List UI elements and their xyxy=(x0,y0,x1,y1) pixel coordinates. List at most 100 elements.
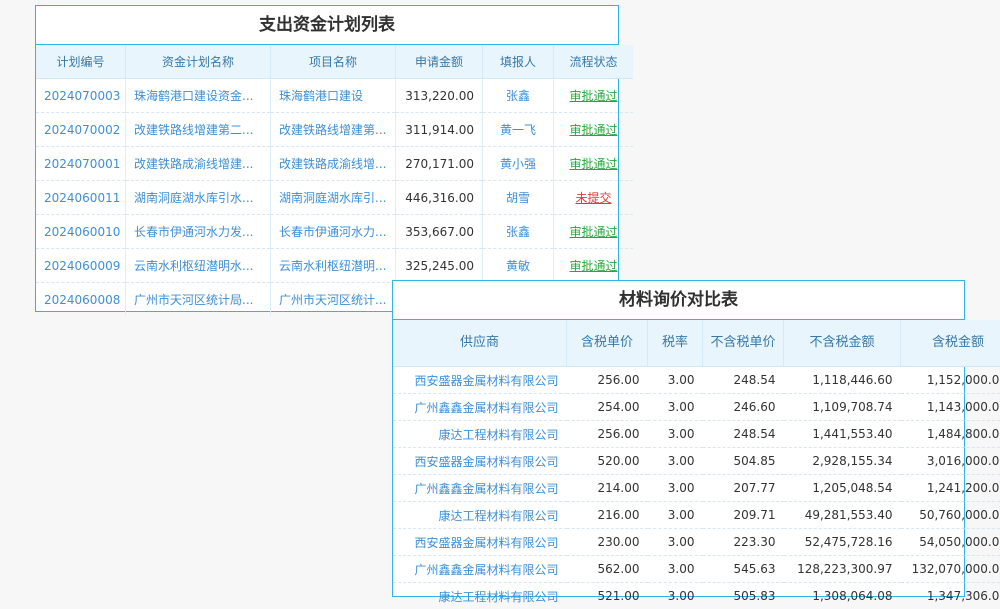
expense-cell-reporter[interactable]: 胡雪 xyxy=(483,181,554,215)
expense-cell-amount: 446,316.00 xyxy=(396,181,483,215)
expense-cell-reporter[interactable]: 黄一飞 xyxy=(483,113,554,147)
expense-cell-plan_no[interactable]: 2024060011 xyxy=(36,181,126,215)
expense-cell-project_name[interactable]: 长春市伊通河水力... xyxy=(271,215,396,249)
expense-cell-fund_name[interactable]: 云南水利枢纽潜明水... xyxy=(126,249,271,283)
material-cell-tax_rate: 3.00 xyxy=(648,583,703,609)
material-cell-supplier[interactable]: 西安盛器金属材料有限公司 xyxy=(393,367,567,394)
expense-cell-fund_name[interactable]: 湖南洞庭湖水库引水... xyxy=(126,181,271,215)
material-column-header-tax_rate: 税率 xyxy=(648,320,703,367)
expense-cell-project_name[interactable]: 改建铁路成渝线增... xyxy=(271,147,396,181)
expense-row: 2024070003珠海鹤港口建设资金...珠海鹤港口建设313,220.00张… xyxy=(36,79,633,113)
material-cell-supplier[interactable]: 广州鑫鑫金属材料有限公司 xyxy=(393,475,567,502)
material-cell-unit_price_no_tax: 246.60 xyxy=(703,394,784,421)
expense-cell-fund_name[interactable]: 珠海鹤港口建设资金... xyxy=(126,79,271,113)
material-cell-unit_price_tax: 520.00 xyxy=(567,448,648,475)
expense-row: 2024060011湖南洞庭湖水库引水...湖南洞庭湖水库引...446,316… xyxy=(36,181,633,215)
material-cell-tax_rate: 3.00 xyxy=(648,529,703,556)
material-cell-supplier[interactable]: 广州鑫鑫金属材料有限公司 xyxy=(393,556,567,583)
expense-cell-project_name[interactable]: 珠海鹤港口建设 xyxy=(271,79,396,113)
expense-cell-plan_no[interactable]: 2024060009 xyxy=(36,249,126,283)
material-cell-tax_rate: 3.00 xyxy=(648,367,703,394)
material-column-header-amount_tax: 含税金额 xyxy=(901,320,1000,367)
material-cell-unit_price_tax: 230.00 xyxy=(567,529,648,556)
expense-cell-plan_no[interactable]: 2024060008 xyxy=(36,283,126,317)
material-cell-unit_price_tax: 214.00 xyxy=(567,475,648,502)
expense-column-header-plan_no: 计划编号 xyxy=(36,45,126,79)
expense-cell-fund_name[interactable]: 改建铁路线增建第二... xyxy=(126,113,271,147)
material-table-header: 供应商含税单价税率不含税单价不含税金额含税金额 xyxy=(393,320,1000,367)
expense-cell-status[interactable]: 审批通过 xyxy=(554,147,634,181)
material-row: 西安盛器金属材料有限公司230.003.00223.3052,475,728.1… xyxy=(393,529,1000,556)
expense-cell-plan_no[interactable]: 2024070003 xyxy=(36,79,126,113)
material-column-header-supplier: 供应商 xyxy=(393,320,567,367)
material-cell-amount_no_tax: 52,475,728.16 xyxy=(784,529,901,556)
material-inquiry-panel: 材料询价对比表 供应商含税单价税率不含税单价不含税金额含税金额 西安盛器金属材料… xyxy=(392,280,965,597)
material-cell-supplier[interactable]: 康达工程材料有限公司 xyxy=(393,502,567,529)
material-cell-amount_no_tax: 1,308,064.08 xyxy=(784,583,901,609)
expense-cell-plan_no[interactable]: 2024060010 xyxy=(36,215,126,249)
material-cell-amount_tax: 132,070,000.00 xyxy=(901,556,1000,583)
material-cell-amount_tax: 1,484,800.00 xyxy=(901,421,1000,448)
expense-header-row: 计划编号资金计划名称项目名称申请金额填报人流程状态 xyxy=(36,45,633,79)
expense-cell-plan_no[interactable]: 2024070001 xyxy=(36,147,126,181)
material-column-header-amount_no_tax: 不含税金额 xyxy=(784,320,901,367)
expense-cell-amount: 313,220.00 xyxy=(396,79,483,113)
expense-cell-fund_name[interactable]: 改建铁路成渝线增建... xyxy=(126,147,271,181)
expense-cell-status[interactable]: 审批通过 xyxy=(554,215,634,249)
expense-cell-amount: 270,171.00 xyxy=(396,147,483,181)
material-cell-unit_price_tax: 216.00 xyxy=(567,502,648,529)
expense-cell-project_name[interactable]: 云南水利枢纽潜明... xyxy=(271,249,396,283)
expense-cell-status[interactable]: 审批通过 xyxy=(554,79,634,113)
material-cell-amount_tax: 3,016,000.00 xyxy=(901,448,1000,475)
material-cell-amount_no_tax: 49,281,553.40 xyxy=(784,502,901,529)
material-cell-unit_price_no_tax: 207.77 xyxy=(703,475,784,502)
material-cell-amount_tax: 1,152,000.00 xyxy=(901,367,1000,394)
material-cell-supplier[interactable]: 康达工程材料有限公司 xyxy=(393,421,567,448)
expense-row: 2024060009云南水利枢纽潜明水...云南水利枢纽潜明...325,245… xyxy=(36,249,633,283)
expense-column-header-reporter: 填报人 xyxy=(483,45,554,79)
material-cell-unit_price_tax: 521.00 xyxy=(567,583,648,609)
material-cell-amount_no_tax: 128,223,300.97 xyxy=(784,556,901,583)
expense-cell-status[interactable]: 未提交 xyxy=(554,181,634,215)
material-column-header-unit_price_tax: 含税单价 xyxy=(567,320,648,367)
expense-cell-reporter[interactable]: 张鑫 xyxy=(483,215,554,249)
material-inquiry-table: 供应商含税单价税率不含税单价不含税金额含税金额 西安盛器金属材料有限公司256.… xyxy=(393,320,1000,609)
material-row: 康达工程材料有限公司256.003.00248.541,441,553.401,… xyxy=(393,421,1000,448)
material-cell-unit_price_no_tax: 209.71 xyxy=(703,502,784,529)
material-column-header-unit_price_no_tax: 不含税单价 xyxy=(703,320,784,367)
material-cell-amount_tax: 1,143,000.00 xyxy=(901,394,1000,421)
material-table-body: 西安盛器金属材料有限公司256.003.00248.541,118,446.60… xyxy=(393,367,1000,609)
expense-plan-table: 计划编号资金计划名称项目名称申请金额填报人流程状态 2024070003珠海鹤港… xyxy=(36,45,633,316)
material-cell-tax_rate: 3.00 xyxy=(648,556,703,583)
expense-cell-status[interactable]: 审批通过 xyxy=(554,113,634,147)
expense-cell-project_name[interactable]: 广州市天河区统计... xyxy=(271,283,396,317)
material-cell-unit_price_no_tax: 504.85 xyxy=(703,448,784,475)
material-row: 康达工程材料有限公司521.003.00505.831,308,064.081,… xyxy=(393,583,1000,609)
expense-cell-project_name[interactable]: 湖南洞庭湖水库引... xyxy=(271,181,396,215)
expense-cell-project_name[interactable]: 改建铁路线增建第... xyxy=(271,113,396,147)
material-cell-supplier[interactable]: 康达工程材料有限公司 xyxy=(393,583,567,609)
material-cell-tax_rate: 3.00 xyxy=(648,421,703,448)
expense-cell-plan_no[interactable]: 2024070002 xyxy=(36,113,126,147)
material-row: 西安盛器金属材料有限公司520.003.00504.852,928,155.34… xyxy=(393,448,1000,475)
expense-cell-status[interactable]: 审批通过 xyxy=(554,249,634,283)
material-cell-unit_price_no_tax: 248.54 xyxy=(703,367,784,394)
material-cell-supplier[interactable]: 西安盛器金属材料有限公司 xyxy=(393,529,567,556)
material-row: 广州鑫鑫金属材料有限公司562.003.00545.63128,223,300.… xyxy=(393,556,1000,583)
expense-column-header-status: 流程状态 xyxy=(554,45,634,79)
material-cell-tax_rate: 3.00 xyxy=(648,394,703,421)
material-cell-tax_rate: 3.00 xyxy=(648,502,703,529)
expense-row: 2024060010长春市伊通河水力发...长春市伊通河水力...353,667… xyxy=(36,215,633,249)
material-cell-supplier[interactable]: 西安盛器金属材料有限公司 xyxy=(393,448,567,475)
expense-cell-reporter[interactable]: 黄敏 xyxy=(483,249,554,283)
expense-table-header: 计划编号资金计划名称项目名称申请金额填报人流程状态 xyxy=(36,45,633,79)
material-cell-unit_price_no_tax: 505.83 xyxy=(703,583,784,609)
expense-cell-reporter[interactable]: 黄小强 xyxy=(483,147,554,181)
expense-cell-reporter[interactable]: 张鑫 xyxy=(483,79,554,113)
material-cell-amount_no_tax: 2,928,155.34 xyxy=(784,448,901,475)
material-cell-unit_price_tax: 562.00 xyxy=(567,556,648,583)
expense-cell-fund_name[interactable]: 长春市伊通河水力发... xyxy=(126,215,271,249)
expense-cell-fund_name[interactable]: 广州市天河区统计局... xyxy=(126,283,271,317)
material-cell-supplier[interactable]: 广州鑫鑫金属材料有限公司 xyxy=(393,394,567,421)
material-cell-tax_rate: 3.00 xyxy=(648,448,703,475)
